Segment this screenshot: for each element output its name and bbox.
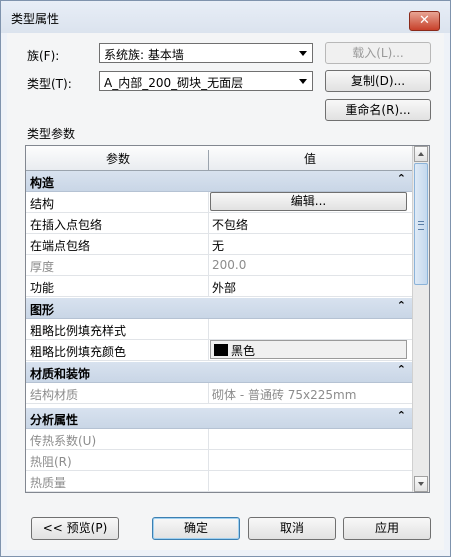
param-name: 在插入点包络 (30, 218, 103, 232)
table-row[interactable]: 结构材质 砌体 - 普通砖 75x225mm (26, 383, 412, 404)
type-properties-dialog: 类型属性 ✕ 族(F): 系统族: 基本墙 载入(L)... 类型(T): A_… (0, 0, 451, 557)
apply-button[interactable]: 应用 (343, 517, 431, 540)
table-row[interactable]: 粗略比例填充样式 (26, 319, 412, 340)
vertical-scrollbar[interactable] (412, 146, 429, 492)
param-name: 粗略比例填充样式 (30, 324, 127, 338)
param-value[interactable]: 无 (212, 237, 224, 254)
title-bar: 类型属性 ✕ (1, 1, 450, 33)
table-row: 结构 编辑... (26, 192, 412, 213)
cell-divider (208, 213, 209, 233)
family-label: 族(F): (27, 49, 60, 63)
close-button[interactable]: ✕ (409, 11, 440, 31)
type-parameters-label: 类型参数 (27, 127, 76, 141)
scroll-down-button[interactable] (414, 476, 428, 492)
close-icon: ✕ (419, 13, 430, 28)
ok-button[interactable]: 确定 (152, 517, 240, 540)
table-row: 传热系数(U) (26, 429, 412, 450)
arrow-down-icon (418, 482, 424, 486)
param-name: 粗略比例填充颜色 (30, 345, 127, 359)
group-header-construction[interactable]: 构造 ⌃ (26, 171, 412, 192)
chevron-down-icon (299, 79, 307, 84)
group-header-analytical[interactable]: 分析属性 ⌃ (26, 408, 412, 429)
preview-button[interactable]: << 预览(P) (31, 517, 119, 540)
table-row[interactable]: 在插入点包络 不包络 (26, 213, 412, 234)
cell-divider (208, 383, 209, 403)
param-name: 结构材质 (30, 388, 79, 402)
group-title: 图形 (30, 303, 55, 317)
collapse-icon[interactable]: ⌃ (397, 409, 406, 422)
cancel-button[interactable]: 取消 (248, 517, 336, 540)
column-header-parameter[interactable]: 参数 (106, 150, 130, 167)
type-select[interactable]: A_内部_200_砌块_无面层 (99, 71, 313, 91)
color-swatch (214, 344, 228, 356)
collapse-icon[interactable]: ⌃ (397, 172, 406, 185)
group-header-materials[interactable]: 材质和装饰 ⌃ (26, 362, 412, 383)
column-header-value[interactable]: 值 (304, 150, 316, 167)
arrow-up-icon (418, 152, 424, 156)
param-value[interactable]: 砌体 - 普通砖 75x225mm (212, 386, 356, 403)
table-row: 热质量 (26, 471, 412, 492)
type-label: 类型(T): (27, 77, 72, 91)
cell-divider (208, 234, 209, 254)
table-row[interactable]: 在端点包络 无 (26, 234, 412, 255)
param-name: 热质量 (30, 476, 67, 490)
fill-color-button[interactable]: 黑色 (210, 340, 407, 359)
cell-divider (208, 276, 209, 296)
cell-divider (208, 192, 209, 212)
param-value[interactable]: 不包络 (212, 216, 248, 233)
grip-icon (418, 221, 424, 230)
rename-button[interactable]: 重命名(R)... (325, 99, 431, 121)
parameter-grid: 参数 值 构造 ⌃ 结构 编辑... 在插入点包络 不包络 在端点包络 无 厚度… (25, 145, 430, 493)
table-row[interactable]: 功能 外部 (26, 276, 412, 297)
grid-header: 参数 值 (26, 146, 412, 174)
group-title: 构造 (30, 176, 55, 190)
table-row: 热阻(R) (26, 450, 412, 471)
param-name: 在端点包络 (30, 239, 91, 253)
window-title: 类型属性 (11, 12, 60, 26)
param-value[interactable]: 外部 (212, 279, 236, 296)
group-header-graphics[interactable]: 图形 ⌃ (26, 298, 412, 319)
cell-divider (208, 340, 209, 360)
param-name: 结构 (30, 197, 55, 211)
family-select-value: 系统族: 基本墙 (104, 48, 184, 62)
family-select[interactable]: 系统族: 基本墙 (99, 43, 313, 63)
param-name: 传热系数(U) (30, 434, 97, 448)
collapse-icon[interactable]: ⌃ (397, 363, 406, 376)
type-select-value: A_内部_200_砌块_无面层 (104, 76, 244, 90)
param-name: 厚度 (30, 260, 55, 274)
duplicate-button[interactable]: 复制(D)... (325, 70, 431, 92)
param-name: 功能 (30, 281, 55, 295)
cell-divider (208, 450, 209, 470)
load-button[interactable]: 载入(L)... (325, 42, 431, 64)
group-title: 材质和装饰 (30, 367, 91, 381)
color-name: 黑色 (231, 344, 256, 358)
table-row: 厚度 200.0 (26, 255, 412, 276)
param-name: 热阻(R) (30, 455, 72, 469)
cell-divider (208, 255, 209, 275)
edit-structure-button[interactable]: 编辑... (210, 192, 407, 211)
cell-divider (208, 471, 209, 491)
scroll-up-button[interactable] (414, 146, 428, 162)
chevron-down-icon (299, 51, 307, 56)
group-title: 分析属性 (30, 413, 79, 427)
collapse-icon[interactable]: ⌃ (397, 299, 406, 312)
scroll-thumb[interactable] (414, 163, 428, 285)
cell-divider (208, 429, 209, 449)
param-value: 200.0 (212, 258, 247, 272)
cell-divider (208, 319, 209, 339)
table-row: 粗略比例填充颜色 黑色 (26, 340, 412, 361)
